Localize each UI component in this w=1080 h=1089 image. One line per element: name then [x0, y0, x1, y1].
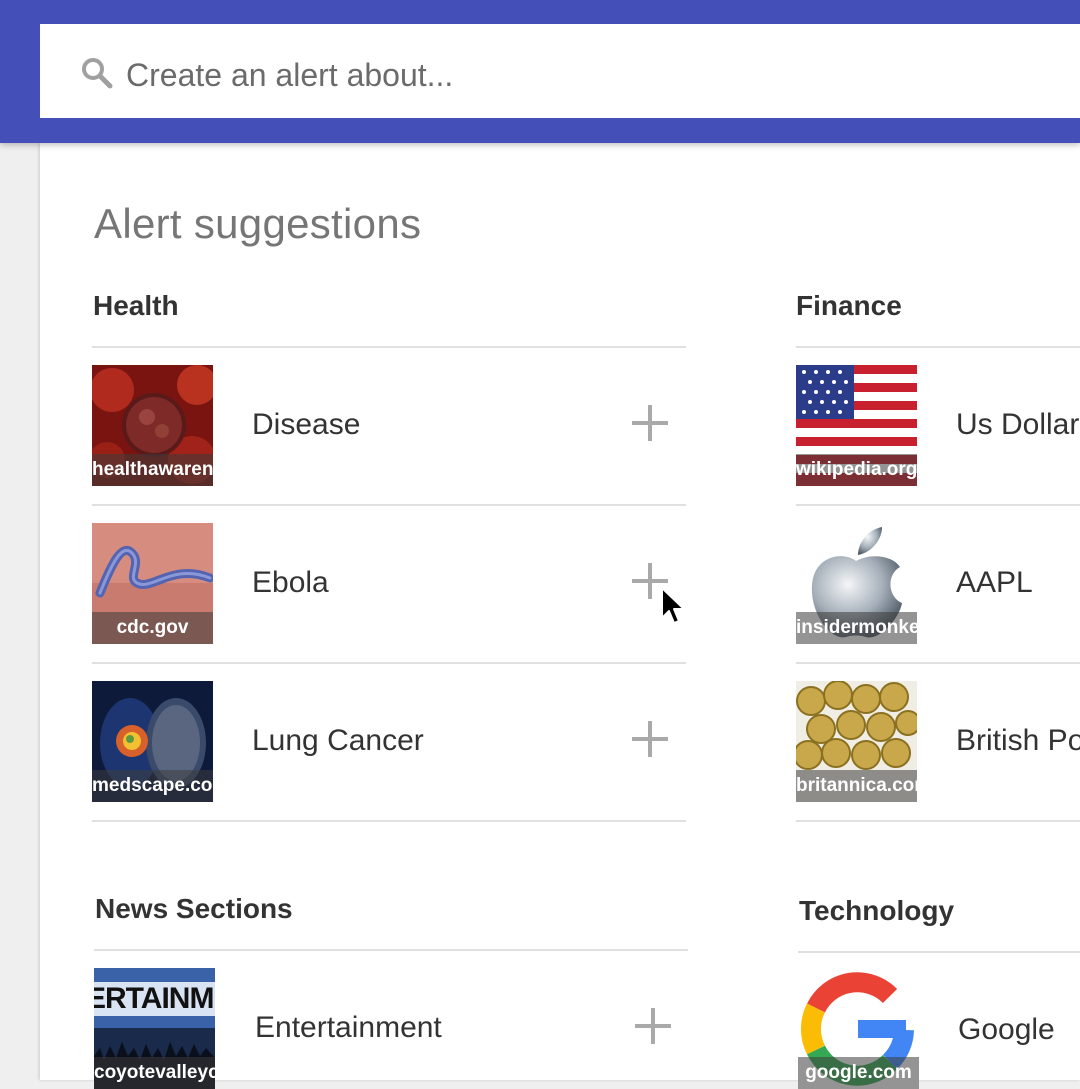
image-text: ERTAINM: [94, 982, 214, 1015]
source-label: insidermonkey: [796, 612, 917, 644]
add-entertainment-button[interactable]: [635, 1008, 671, 1044]
app-header: [0, 0, 1080, 143]
thumbnail-entertainment: ERTAINM coyotevalleycafe: [94, 968, 215, 1089]
thumbnail-british-pound: britannica.com: [796, 681, 917, 802]
source-label: coyotevalleycafe: [94, 1057, 215, 1089]
add-disease-button[interactable]: [632, 405, 668, 441]
divider: [92, 346, 686, 348]
suggestion-label-british-pound: British Pound: [956, 724, 1080, 757]
search-icon: [82, 58, 113, 89]
divider: [92, 820, 686, 822]
thumbnail-us-dollar: wikipedia.org: [796, 365, 917, 486]
add-lung-cancer-button[interactable]: [632, 721, 668, 757]
suggestion-label-us-dollar: Us Dollar: [956, 408, 1080, 441]
mouse-pointer-icon: [661, 587, 685, 624]
category-title-news-sections: News Sections: [95, 893, 293, 924]
thumbnail-disease: healthawareness: [92, 365, 213, 486]
thumbnail-lung-cancer: medscape.com: [92, 681, 213, 802]
source-label: cdc.gov: [92, 612, 213, 644]
divider: [796, 504, 1080, 506]
search-input[interactable]: [126, 46, 1026, 104]
divider: [796, 820, 1080, 822]
suggestion-label-aapl: AAPL: [956, 566, 1033, 599]
suggestion-label-lung-cancer: Lung Cancer: [252, 724, 424, 757]
suggestion-label-entertainment: Entertainment: [255, 1011, 442, 1044]
divider: [94, 949, 688, 951]
source-label: google.com: [798, 1057, 919, 1089]
divider: [798, 951, 1080, 953]
source-label: wikipedia.org: [796, 454, 917, 486]
source-label: britannica.com: [796, 770, 917, 802]
category-title-finance: Finance: [796, 290, 902, 321]
divider: [92, 662, 686, 664]
category-title-health: Health: [93, 290, 179, 321]
thumbnail-ebola: cdc.gov: [92, 523, 213, 644]
source-label: healthawareness: [92, 454, 213, 486]
suggestion-label-ebola: Ebola: [252, 566, 329, 599]
divider: [796, 662, 1080, 664]
divider: [92, 504, 686, 506]
source-label: medscape.com: [92, 770, 213, 802]
suggestion-label-google: Google: [958, 1013, 1055, 1046]
thumbnail-google: google.com: [798, 968, 919, 1089]
suggestion-label-disease: Disease: [252, 408, 361, 441]
thumbnail-aapl: insidermonkey: [796, 523, 917, 644]
page-title: Alert suggestions: [94, 200, 422, 247]
category-title-technology: Technology: [799, 895, 955, 926]
divider: [796, 346, 1080, 348]
